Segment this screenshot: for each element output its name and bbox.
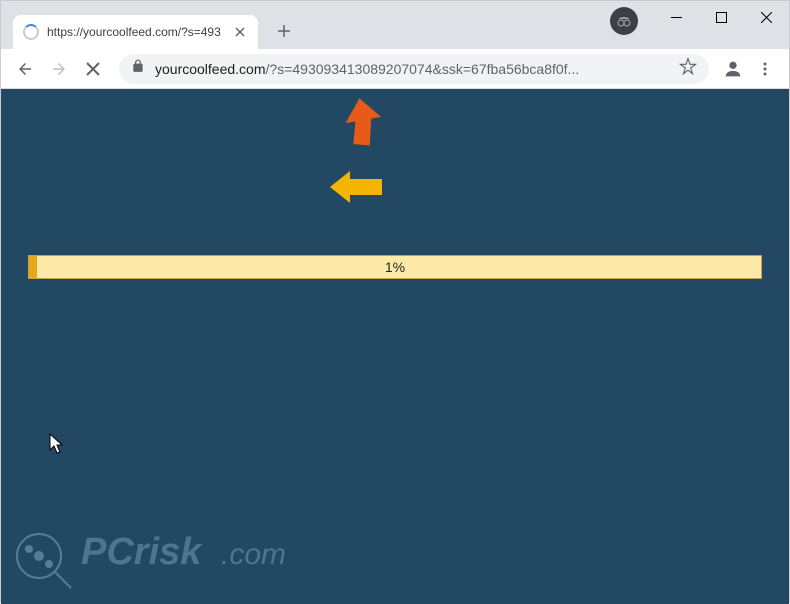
minimize-button[interactable] [654,1,699,33]
page-content: 1% PCrisk .com [1,89,789,604]
loading-spinner-icon [23,24,39,40]
profile-button[interactable] [719,55,747,83]
url-path: /?s=493093413089207074&ssk=67fba56bca8f0… [266,61,580,77]
forward-button[interactable] [43,53,75,85]
progress-label: 1% [29,256,761,278]
lock-icon [131,59,145,78]
bookmark-star-icon[interactable] [679,57,697,80]
close-window-button[interactable] [744,1,789,33]
url-domain: yourcoolfeed.com [155,61,266,77]
yellow-arrow-annotation [326,167,386,207]
tab-title: https://yourcoolfeed.com/?s=493 [47,25,224,39]
maximize-button[interactable] [699,1,744,33]
stop-button[interactable] [77,53,109,85]
svg-text:PCrisk: PCrisk [81,531,203,573]
address-bar[interactable]: yourcoolfeed.com/?s=493093413089207074&s… [119,54,709,84]
close-tab-button[interactable] [232,24,248,40]
orange-arrow-annotation [336,94,386,154]
url-text: yourcoolfeed.com/?s=493093413089207074&s… [155,61,669,77]
menu-button[interactable] [749,53,781,85]
back-button[interactable] [9,53,41,85]
mouse-cursor-icon [49,433,65,460]
browser-tab[interactable]: https://yourcoolfeed.com/?s=493 [13,15,258,49]
pcrisk-watermark: PCrisk .com [11,514,331,594]
incognito-icon [610,7,638,35]
window-controls [610,1,789,37]
new-tab-button[interactable] [270,17,298,45]
progress-bar: 1% [28,255,762,279]
svg-text:.com: .com [221,538,286,571]
browser-title-bar: https://yourcoolfeed.com/?s=493 [1,1,789,49]
browser-toolbar: yourcoolfeed.com/?s=493093413089207074&s… [1,49,789,89]
